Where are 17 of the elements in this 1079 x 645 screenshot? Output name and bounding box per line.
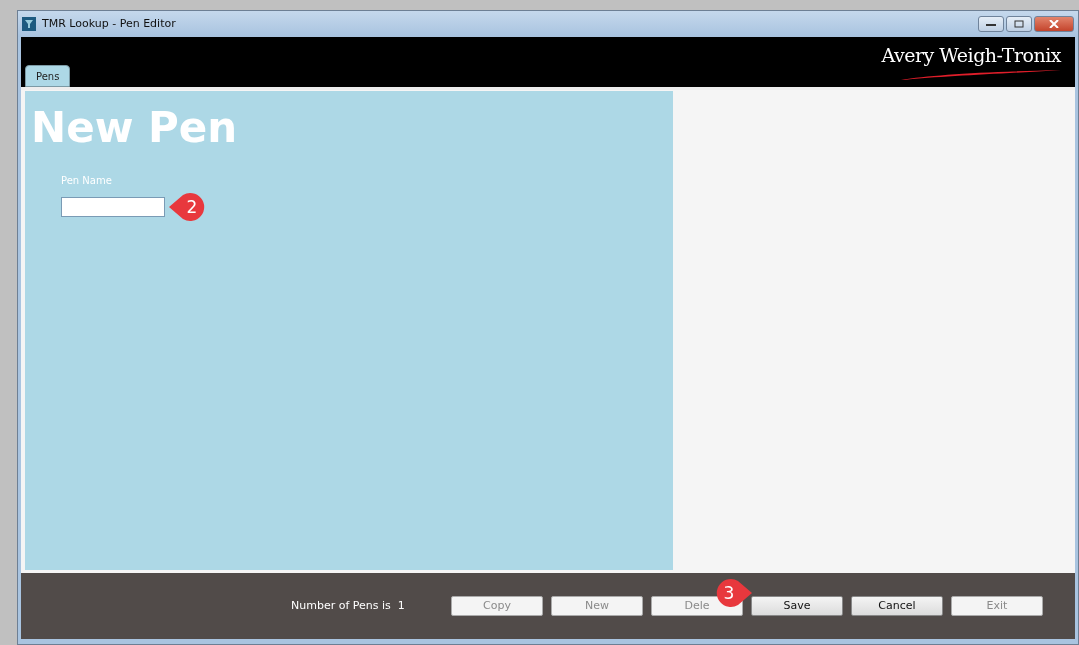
tab[interactable]: Pens: [25, 65, 71, 87]
maximize-icon: [1014, 20, 1024, 28]
pen-count-text: Number of Pens is 1: [291, 597, 406, 614]
app-icon: [22, 17, 36, 31]
form-heading: New Pen: [31, 107, 239, 149]
window-title: TMR Lookup - Pen Editor: [42, 15, 176, 32]
minimize-icon: [986, 21, 996, 27]
step-callout-tooltip: 3: [714, 576, 752, 610]
logo-text: Avery Weigh-Tronix: [881, 43, 1061, 68]
field-label: Pen Name: [61, 174, 113, 188]
close-button[interactable]: [1034, 16, 1074, 32]
pen-name-field[interactable]: [61, 197, 165, 217]
action-button[interactable]: Cancel: [851, 596, 943, 616]
minimize-button[interactable]: [978, 16, 1004, 32]
action-button[interactable]: Save: [751, 596, 843, 616]
close-icon: [1049, 20, 1059, 28]
step-callout-tooltip: 2: [169, 190, 207, 224]
